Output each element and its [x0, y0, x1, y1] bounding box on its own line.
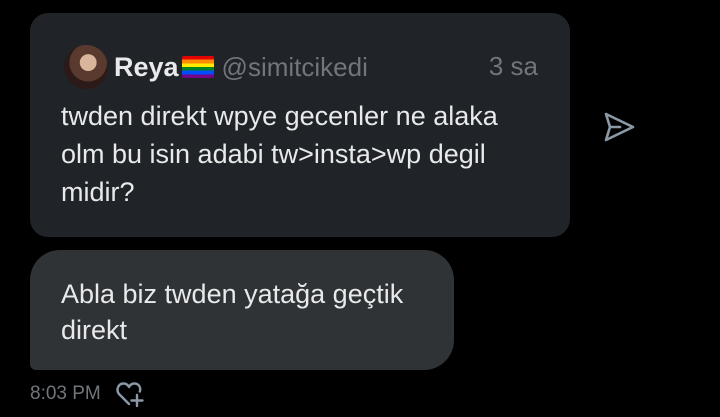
- reply-message-bubble[interactable]: Abla biz twden yatağa geçtik direkt: [30, 250, 454, 370]
- quoted-tweet-card[interactable]: Reya @simitcikedi 3 sa twden direkt wpye…: [30, 13, 570, 237]
- author-row: Reya @simitcikedi: [114, 51, 368, 83]
- message-timestamp: 8:03 PM: [30, 383, 101, 404]
- message-meta: 8:03 PM: [30, 380, 145, 408]
- reply-message-text: Abla biz twden yatağa geçtik direkt: [61, 279, 404, 345]
- rainbow-flag-icon: [181, 56, 214, 78]
- quoted-tweet-text: twden direkt wpye gecenler ne alaka olm …: [61, 101, 498, 207]
- heart-plus-icon: [116, 382, 144, 408]
- share-button[interactable]: [600, 108, 638, 146]
- author-handle[interactable]: @simitcikedi: [222, 52, 368, 83]
- tweet-time: 3 sa: [488, 51, 538, 81]
- avatar[interactable]: [64, 45, 108, 89]
- add-reaction-button[interactable]: [115, 380, 145, 408]
- send-icon: [604, 112, 635, 142]
- author-name[interactable]: Reya: [114, 52, 179, 83]
